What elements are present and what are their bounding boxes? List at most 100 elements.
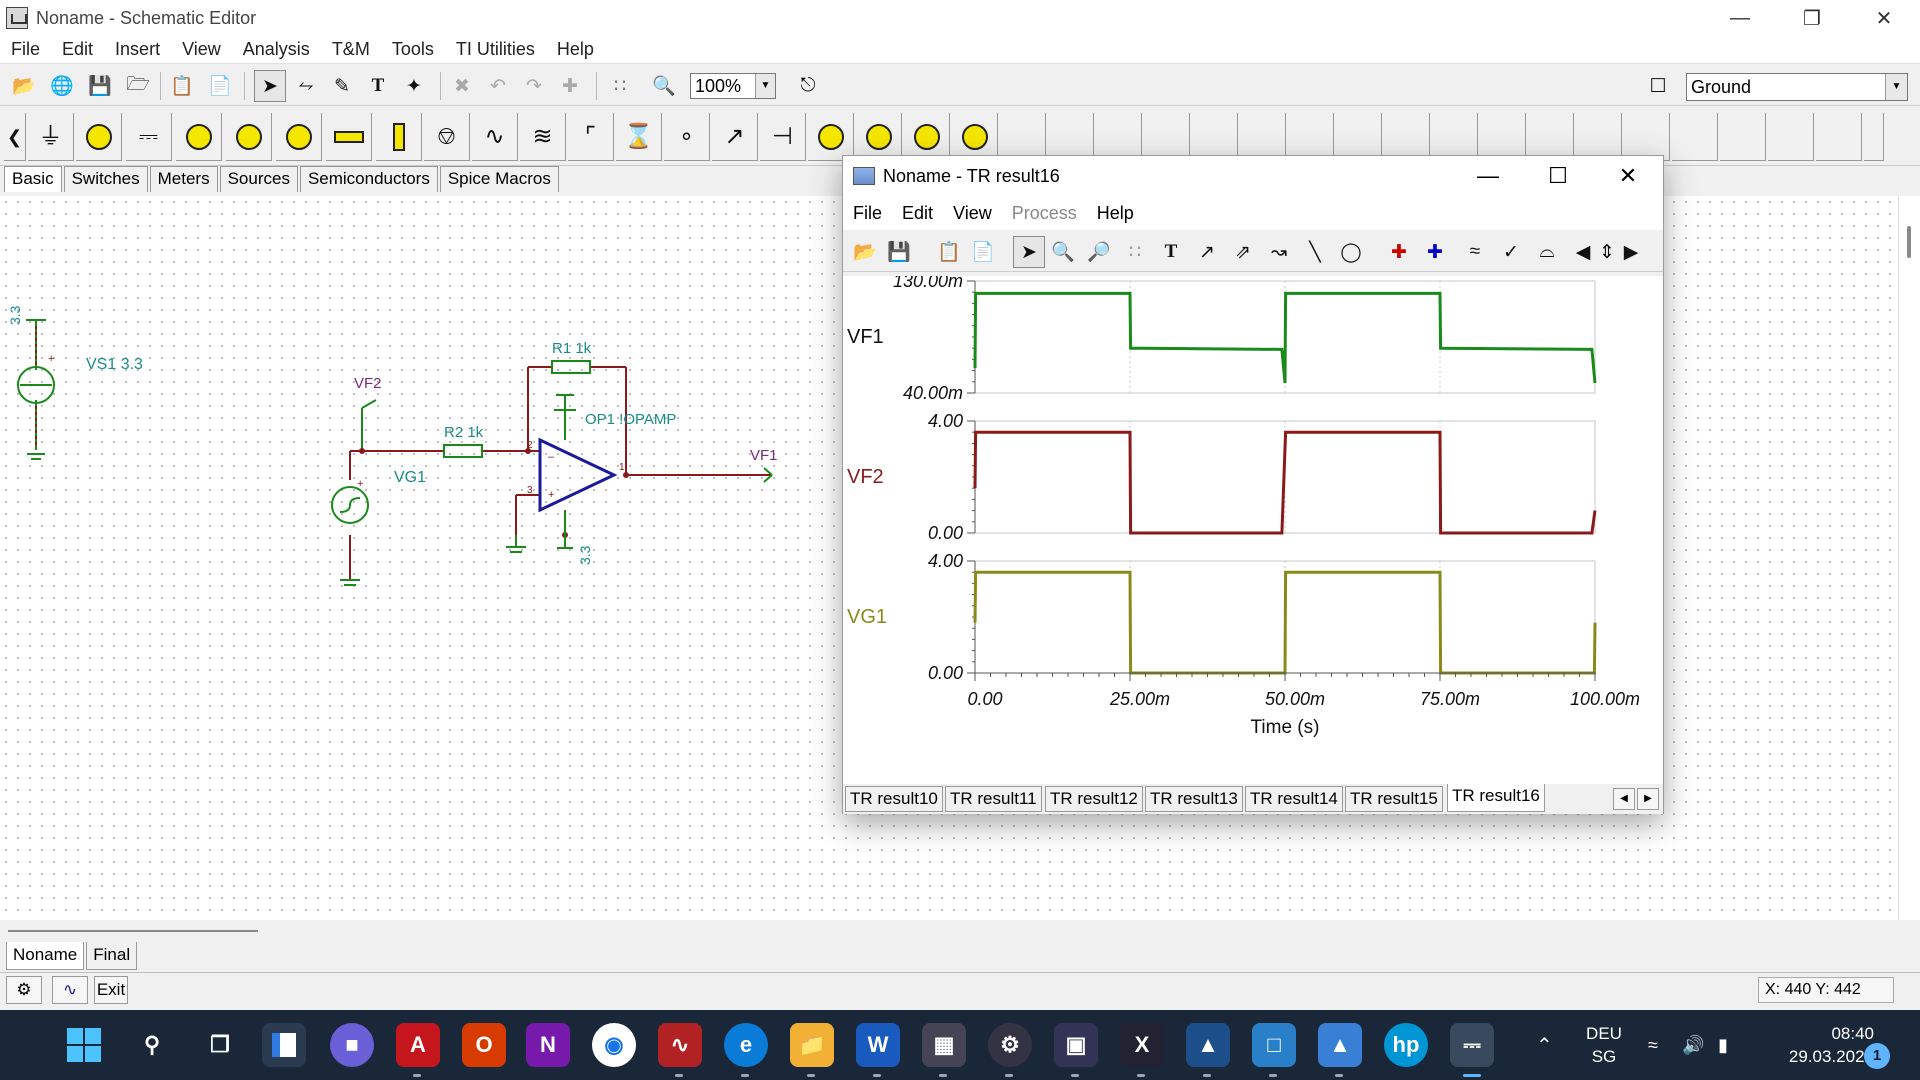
- menu-view[interactable]: View: [171, 39, 232, 60]
- chrome-icon[interactable]: ◉: [592, 1023, 636, 1067]
- select-pointer-icon[interactable]: ➤: [1013, 236, 1045, 268]
- inductor-component-icon[interactable]: ∿: [472, 113, 518, 161]
- circle-tool-icon[interactable]: ◯: [1335, 236, 1367, 268]
- menu-help[interactable]: Help: [546, 39, 605, 60]
- menu-tm[interactable]: T&M: [321, 39, 381, 60]
- capacitor-component-icon[interactable]: ⎊: [424, 113, 470, 161]
- restore-icon[interactable]: ❐: [1776, 0, 1848, 36]
- switch-component-icon[interactable]: ∘: [664, 113, 710, 161]
- hp-icon[interactable]: hp: [1384, 1023, 1428, 1067]
- waveform-plot[interactable]: 130.00m 40.00m VF1 4.00 0.00 VF2 4.00 0.00 VG1 0.…: [843, 271, 1663, 784]
- component-combo[interactable]: Ground ▼: [1686, 73, 1908, 101]
- select-pointer-icon[interactable]: ➤: [254, 70, 286, 102]
- copy-icon[interactable]: 📋: [933, 236, 965, 268]
- palette-scrollbar[interactable]: [1864, 113, 1884, 161]
- potentiometer-component-icon[interactable]: ↗: [712, 113, 758, 161]
- tina-pro-icon[interactable]: ∿: [658, 1023, 702, 1067]
- voltmeter-component-icon[interactable]: [176, 113, 222, 161]
- tabs-scroll-left-icon[interactable]: ◀: [1613, 788, 1635, 810]
- task-view-icon[interactable]: ❐: [198, 1023, 242, 1067]
- chevron-left-icon[interactable]: ◀: [1573, 236, 1593, 268]
- zoom-select[interactable]: 100% ▼: [690, 73, 776, 99]
- exit-button[interactable]: Exit: [94, 976, 128, 1004]
- r1-resistor[interactable]: [551, 360, 591, 374]
- ground-component-icon[interactable]: ⏚: [28, 113, 74, 161]
- tina-active-icon[interactable]: ⎓: [1450, 1023, 1494, 1067]
- result-menu-view[interactable]: View: [943, 203, 1002, 224]
- result-tab-12[interactable]: TR result12: [1045, 786, 1143, 812]
- minimize-icon[interactable]: —: [1453, 156, 1523, 196]
- wire-icon[interactable]: ⥊: [290, 70, 322, 102]
- save-icon[interactable]: 💾: [84, 70, 116, 102]
- chevron-right-icon[interactable]: ▶: [1621, 236, 1641, 268]
- sheet-tab-noname[interactable]: Noname: [6, 942, 85, 970]
- photos-icon[interactable]: ▲: [1318, 1023, 1362, 1067]
- delete-icon[interactable]: ✖: [446, 70, 478, 102]
- tab-sources[interactable]: Sources: [219, 166, 298, 192]
- ammeter-component-icon[interactable]: [276, 113, 322, 161]
- tab-switches[interactable]: Switches: [63, 166, 148, 192]
- sheet-tab-final[interactable]: Final: [86, 942, 138, 970]
- open-folder-icon[interactable]: 📂: [8, 70, 40, 102]
- vf2-voltage-pin[interactable]: [361, 399, 377, 451]
- menu-ti-utilities[interactable]: TI Utilities: [445, 39, 546, 60]
- menu-edit[interactable]: Edit: [51, 39, 104, 60]
- resistor-component-icon[interactable]: [326, 113, 372, 161]
- web-icon[interactable]: 🌐: [46, 70, 78, 102]
- voltage-controlled-source2-icon[interactable]: [952, 113, 998, 161]
- battery-icon[interactable]: ▮: [1718, 1010, 1728, 1080]
- chevron-down-icon[interactable]: ▼: [755, 74, 775, 98]
- result-tab-16[interactable]: TR result16: [1447, 784, 1545, 812]
- paste-icon[interactable]: 📄: [204, 70, 236, 102]
- file-explorer-icon[interactable]: 📁: [790, 1023, 834, 1067]
- transformer2-component-icon[interactable]: ⌛: [616, 113, 662, 161]
- op1-opamp[interactable]: – +: [538, 437, 618, 513]
- arrow-annotation-icon[interactable]: ↗: [1191, 236, 1223, 268]
- document-app-icon[interactable]: □: [1252, 1023, 1296, 1067]
- step-icon[interactable]: ⌓: [1531, 236, 1563, 268]
- result-tab-13[interactable]: TR result13: [1145, 786, 1243, 812]
- diagram-view-icon[interactable]: ∿: [52, 976, 88, 1004]
- place-component-icon[interactable]: ☐: [1642, 70, 1674, 102]
- r2-resistor[interactable]: [443, 444, 483, 458]
- scroll-updown-icon[interactable]: ⇕: [1595, 236, 1619, 268]
- tray-chevron-up-icon[interactable]: ⌃: [1536, 1010, 1553, 1080]
- grid-icon[interactable]: ∷: [1119, 236, 1151, 268]
- teams-chat-icon[interactable]: ■: [330, 1023, 374, 1067]
- tabs-scroll-right-icon[interactable]: ▶: [1637, 788, 1659, 810]
- onenote-icon[interactable]: N: [526, 1023, 570, 1067]
- menu-file[interactable]: File: [0, 39, 51, 60]
- current-controlled-source2-icon[interactable]: [856, 113, 902, 161]
- text-tool-icon[interactable]: T: [1155, 236, 1187, 268]
- edge-icon[interactable]: e: [724, 1023, 768, 1067]
- word-icon[interactable]: W: [856, 1023, 900, 1067]
- save-icon[interactable]: 💾: [883, 236, 915, 268]
- zoom-in-icon[interactable]: 🔍: [1047, 236, 1079, 268]
- start-icon[interactable]: [62, 1023, 106, 1067]
- minimize-icon[interactable]: —: [1704, 0, 1776, 36]
- tab-semiconductors[interactable]: Semiconductors: [299, 166, 438, 192]
- open-folder-icon[interactable]: 📂: [849, 236, 881, 268]
- chevron-down-icon[interactable]: ▼: [1885, 74, 1907, 100]
- ground-symbol[interactable]: [506, 535, 526, 553]
- ebook-icon[interactable]: ▲: [1186, 1023, 1230, 1067]
- settings-icon[interactable]: ⚙: [988, 1023, 1032, 1067]
- inductor2-component-icon[interactable]: ≋: [520, 113, 566, 161]
- close-icon[interactable]: ✕: [1593, 156, 1663, 196]
- pen-icon[interactable]: ✎: [326, 70, 358, 102]
- copy-icon[interactable]: 📋: [166, 70, 198, 102]
- volume-icon[interactable]: 🔊: [1682, 1010, 1704, 1080]
- marker-icon[interactable]: ✓: [1495, 236, 1527, 268]
- result-menu-edit[interactable]: Edit: [892, 203, 943, 224]
- notification-badge[interactable]: 1: [1864, 1043, 1890, 1069]
- result-tab-15[interactable]: TR result15: [1345, 786, 1443, 812]
- acrobat-icon[interactable]: A: [396, 1023, 440, 1067]
- junction-icon[interactable]: ✚: [554, 70, 586, 102]
- tab-basic[interactable]: Basic: [4, 166, 62, 192]
- component-select-icon[interactable]: ⎋: [792, 70, 824, 102]
- search-icon[interactable]: ⚲: [130, 1023, 174, 1067]
- wifi-icon[interactable]: ≈: [1648, 1010, 1658, 1080]
- grid-icon[interactable]: ∷: [604, 70, 636, 102]
- battery-component-icon[interactable]: ⎓: [126, 113, 172, 161]
- cursor-a-icon[interactable]: ✚: [1383, 236, 1415, 268]
